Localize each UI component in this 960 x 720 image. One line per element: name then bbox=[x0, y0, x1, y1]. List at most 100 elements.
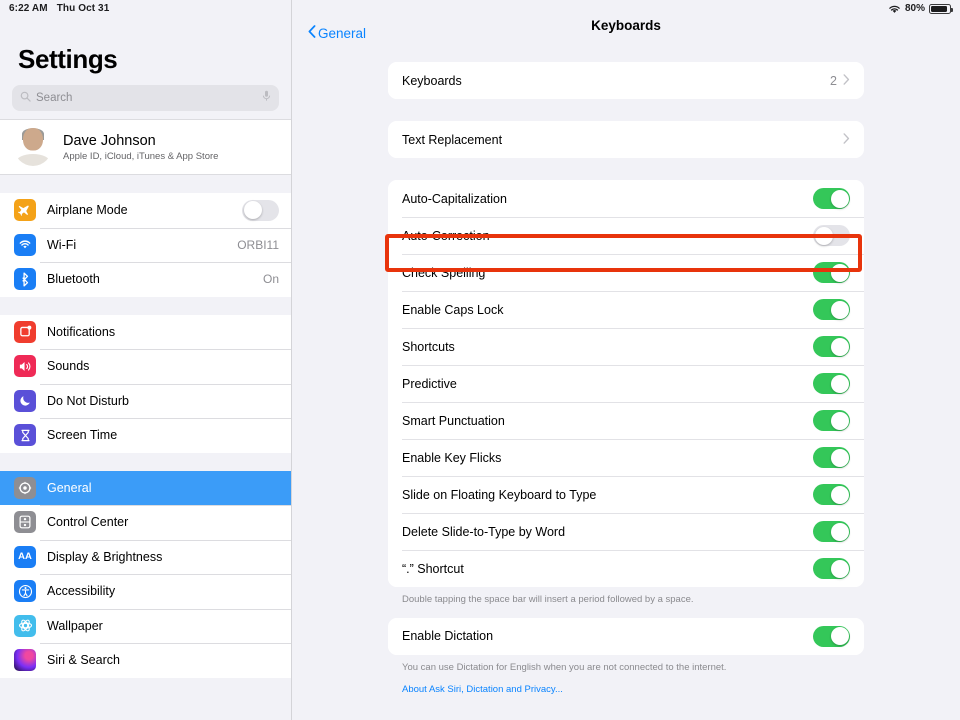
sidebar-item-wifi[interactable]: Wi-Fi ORBI11 bbox=[0, 228, 291, 263]
ipad-settings-screen: 6:22 AM Thu Oct 31 80% Settings bbox=[0, 0, 960, 720]
nav-title: Keyboards bbox=[292, 18, 960, 33]
airplane-mode-toggle[interactable] bbox=[242, 200, 279, 221]
sidebar-item-bluetooth[interactable]: Bluetooth On bbox=[0, 262, 291, 297]
sidebar-item-wallpaper[interactable]: Wallpaper bbox=[0, 609, 291, 644]
enable-caps-lock-toggle[interactable] bbox=[813, 299, 850, 320]
search-input[interactable]: Search bbox=[12, 85, 279, 111]
airplane-icon bbox=[14, 199, 36, 221]
sidebar-divider bbox=[0, 453, 291, 471]
wifi-icon bbox=[888, 4, 901, 14]
sidebar-item-accessibility[interactable]: Accessibility bbox=[0, 574, 291, 609]
sidebar-item-label: Wi-Fi bbox=[47, 238, 226, 252]
row-label: Shortcuts bbox=[402, 340, 813, 354]
section-keyboards: Keyboards 2 bbox=[388, 62, 864, 99]
auto-capitalization-toggle[interactable] bbox=[813, 188, 850, 209]
status-bar: 6:22 AM Thu Oct 31 80% bbox=[0, 0, 960, 17]
row-predictive[interactable]: Predictive bbox=[388, 365, 864, 402]
sidebar-group-system: General Control Center AA Display & Brig… bbox=[0, 471, 291, 678]
sidebar-item-notifications[interactable]: Notifications bbox=[0, 315, 291, 350]
row-slide-on-floating-keyboard[interactable]: Slide on Floating Keyboard to Type bbox=[388, 476, 864, 513]
bluetooth-state-value: On bbox=[263, 272, 279, 286]
sidebar-item-label: Siri & Search bbox=[47, 653, 279, 667]
account-subtitle: Apple ID, iCloud, iTunes & App Store bbox=[63, 151, 218, 162]
status-bar-left: 6:22 AM Thu Oct 31 bbox=[9, 3, 109, 14]
row-check-spelling[interactable]: Check Spelling bbox=[388, 254, 864, 291]
sidebar-item-label: Screen Time bbox=[47, 428, 279, 442]
keyboard-options-footnote: Double tapping the space bar will insert… bbox=[388, 587, 864, 607]
sidebar-item-control-center[interactable]: Control Center bbox=[0, 505, 291, 540]
auto-correction-toggle[interactable] bbox=[813, 225, 850, 246]
row-label: “.” Shortcut bbox=[402, 562, 813, 576]
shortcuts-toggle[interactable] bbox=[813, 336, 850, 357]
delete-slide-to-type-toggle[interactable] bbox=[813, 521, 850, 542]
sidebar-item-label: Do Not Disturb bbox=[47, 394, 279, 408]
sidebar-group-connectivity: Airplane Mode Wi-Fi ORBI11 Blue bbox=[0, 193, 291, 297]
dictation-footnote: You can use Dictation for English when y… bbox=[388, 655, 864, 675]
apple-account-row[interactable]: Dave Johnson Apple ID, iCloud, iTunes & … bbox=[0, 119, 291, 175]
search-container: Search bbox=[0, 75, 291, 119]
predictive-toggle[interactable] bbox=[813, 373, 850, 394]
sidebar-item-label: General bbox=[47, 481, 279, 495]
row-enable-key-flicks[interactable]: Enable Key Flicks bbox=[388, 439, 864, 476]
row-keyboards[interactable]: Keyboards 2 bbox=[388, 62, 864, 99]
display-brightness-icon: AA bbox=[14, 546, 36, 568]
slide-on-floating-keyboard-toggle[interactable] bbox=[813, 484, 850, 505]
moon-icon bbox=[14, 390, 36, 412]
sidebar-item-label: Control Center bbox=[47, 515, 279, 529]
row-smart-punctuation[interactable]: Smart Punctuation bbox=[388, 402, 864, 439]
row-label: Predictive bbox=[402, 377, 813, 391]
row-label: Enable Dictation bbox=[402, 629, 813, 643]
sidebar-item-airplane-mode[interactable]: Airplane Mode bbox=[0, 193, 291, 228]
enable-key-flicks-toggle[interactable] bbox=[813, 447, 850, 468]
row-label: Enable Key Flicks bbox=[402, 451, 813, 465]
wallpaper-icon bbox=[14, 615, 36, 637]
smart-punctuation-toggle[interactable] bbox=[813, 410, 850, 431]
check-spelling-toggle[interactable] bbox=[813, 262, 850, 283]
back-button-label: General bbox=[318, 26, 366, 41]
sidebar-item-do-not-disturb[interactable]: Do Not Disturb bbox=[0, 384, 291, 419]
row-label: Keyboards bbox=[402, 74, 830, 88]
sidebar-item-general[interactable]: General bbox=[0, 471, 291, 506]
sidebar-item-siri-search[interactable]: Siri & Search bbox=[0, 643, 291, 678]
enable-dictation-toggle[interactable] bbox=[813, 626, 850, 647]
row-auto-capitalization[interactable]: Auto-Capitalization bbox=[388, 180, 864, 217]
avatar bbox=[14, 128, 52, 166]
back-button[interactable]: General bbox=[308, 25, 366, 41]
row-shortcuts[interactable]: Shortcuts bbox=[388, 328, 864, 365]
chevron-left-icon bbox=[308, 25, 316, 41]
search-icon bbox=[20, 89, 31, 107]
siri-icon bbox=[14, 649, 36, 671]
bluetooth-icon bbox=[14, 268, 36, 290]
hourglass-icon bbox=[14, 424, 36, 446]
account-text: Dave Johnson Apple ID, iCloud, iTunes & … bbox=[63, 133, 218, 162]
row-label: Auto-Capitalization bbox=[402, 192, 813, 206]
sidebar-item-sounds[interactable]: Sounds bbox=[0, 349, 291, 384]
microphone-icon[interactable] bbox=[262, 89, 271, 107]
row-enable-dictation[interactable]: Enable Dictation bbox=[388, 618, 864, 655]
row-label: Slide on Floating Keyboard to Type bbox=[402, 488, 813, 502]
sounds-icon bbox=[14, 355, 36, 377]
sidebar-item-label: Display & Brightness bbox=[47, 550, 279, 564]
sidebar-item-display-brightness[interactable]: AA Display & Brightness bbox=[0, 540, 291, 575]
row-delete-slide-to-type[interactable]: Delete Slide-to-Type by Word bbox=[388, 513, 864, 550]
row-label: Delete Slide-to-Type by Word bbox=[402, 525, 813, 539]
about-siri-privacy-link[interactable]: About Ask Siri, Dictation and Privacy... bbox=[388, 675, 864, 695]
settings-content: Keyboards 2 Text Replacement bbox=[292, 48, 960, 695]
battery-icon bbox=[929, 4, 951, 14]
chevron-right-icon bbox=[843, 74, 850, 87]
sidebar-item-label: Accessibility bbox=[47, 584, 279, 598]
period-shortcut-toggle[interactable] bbox=[813, 558, 850, 579]
search-placeholder: Search bbox=[36, 92, 257, 104]
row-label: Check Spelling bbox=[402, 266, 813, 280]
status-bar-right: 80% bbox=[888, 3, 951, 14]
wifi-network-value: ORBI11 bbox=[237, 238, 279, 252]
row-auto-correction[interactable]: Auto-Correction bbox=[388, 217, 864, 254]
row-text-replacement[interactable]: Text Replacement bbox=[388, 121, 864, 158]
sidebar-item-label: Notifications bbox=[47, 325, 279, 339]
row-period-shortcut[interactable]: “.” Shortcut bbox=[388, 550, 864, 587]
sidebar-item-label: Bluetooth bbox=[47, 272, 252, 286]
notifications-icon bbox=[14, 321, 36, 343]
control-center-icon bbox=[14, 511, 36, 533]
row-enable-caps-lock[interactable]: Enable Caps Lock bbox=[388, 291, 864, 328]
sidebar-item-screen-time[interactable]: Screen Time bbox=[0, 418, 291, 453]
